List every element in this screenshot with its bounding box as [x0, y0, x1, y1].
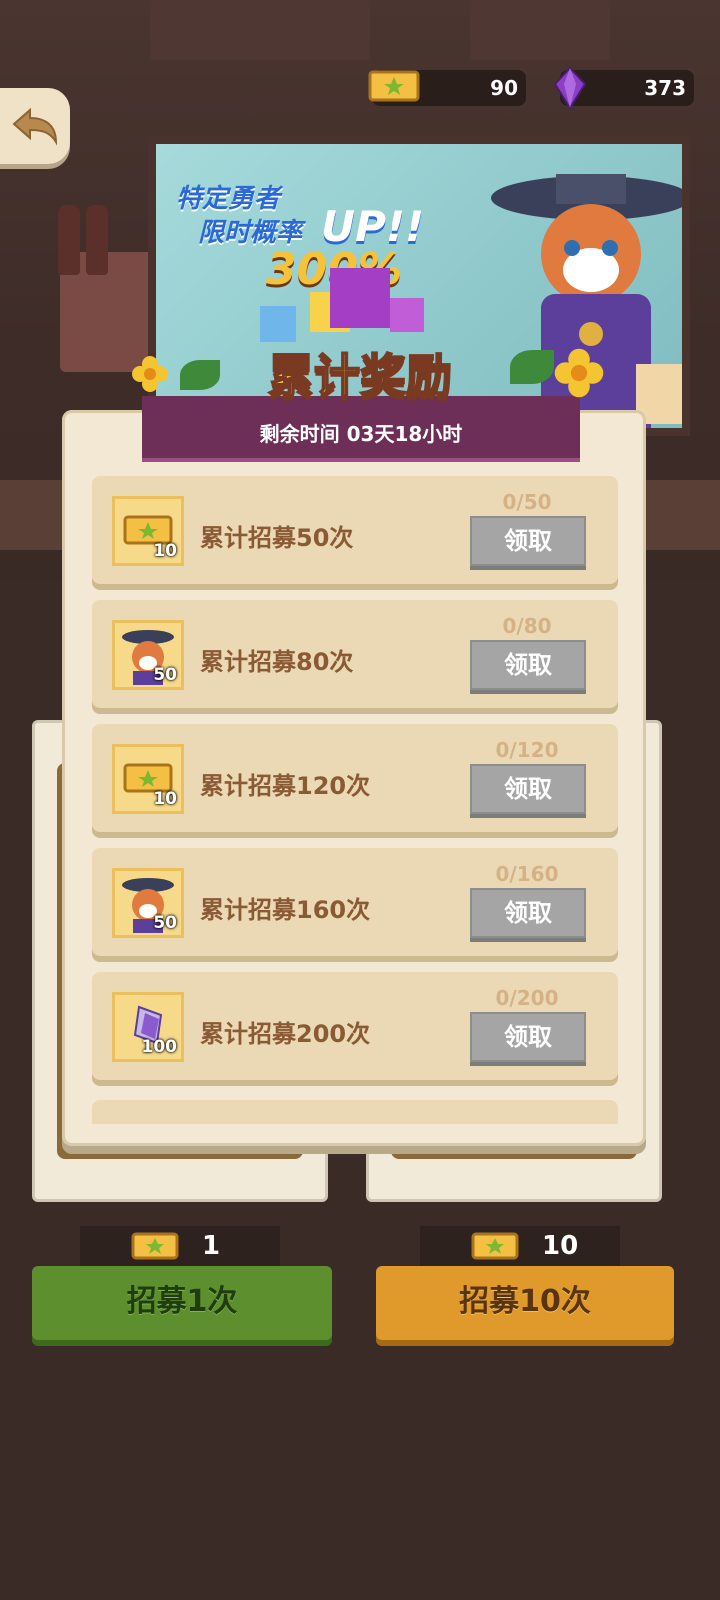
cumulative-rewards-dialog: 10 累计招募50次 0/50 领取 50 累计招募80次 0/80 领取 10…	[62, 410, 646, 1146]
reward-progress: 0/160	[495, 862, 559, 886]
rewards-list[interactable]: 10 累计招募50次 0/50 领取 50 累计招募80次 0/80 领取 10…	[92, 476, 618, 1124]
banner-text: 特定勇者	[176, 184, 281, 214]
bottle-decor	[58, 205, 80, 275]
ticket-count: 90	[490, 76, 518, 100]
reward-row: 100 累计招募200次 0/200 领取	[92, 972, 618, 1080]
remaining-time: 剩余时间 03天18小时	[259, 422, 463, 446]
reward-quantity: 10	[153, 789, 177, 809]
cost-amount: 1	[202, 1231, 221, 1261]
claim-button[interactable]: 领取	[470, 764, 586, 814]
claim-button[interactable]: 领取	[470, 516, 586, 566]
reward-item[interactable]: 100	[112, 992, 184, 1062]
dialog-title: 累计奖励	[267, 348, 453, 404]
flower-icon	[554, 348, 604, 398]
ten-recruit-cost: 10	[420, 1226, 620, 1266]
reward-item[interactable]: 10	[112, 744, 184, 814]
recruit-ten-button[interactable]: 招募10次	[376, 1266, 674, 1340]
single-recruit-cost: 1	[80, 1226, 280, 1266]
reward-row: 10 累计招募120次 0/120 领取	[92, 724, 618, 832]
gem-counter: 373	[553, 66, 694, 110]
reward-quantity: 100	[141, 1037, 178, 1057]
reward-row: 50 累计招募160次 0/160 领取	[92, 848, 618, 956]
cost-amount: 10	[542, 1231, 579, 1261]
ticket-icon	[131, 1232, 179, 1260]
claim-button[interactable]: 领取	[470, 888, 586, 938]
reward-progress: 0/50	[502, 490, 552, 514]
reward-progress: 0/200	[495, 986, 559, 1010]
reward-condition: 累计招募160次	[200, 896, 371, 924]
ticket-icon	[368, 70, 420, 102]
reward-item[interactable]: 10	[112, 496, 184, 566]
claim-button[interactable]: 领取	[470, 1012, 586, 1062]
reward-item[interactable]: 50	[112, 868, 184, 938]
reward-condition: 累计招募200次	[200, 1020, 371, 1048]
curtain	[470, 0, 610, 60]
reward-progress: 0/80	[502, 614, 552, 638]
reward-progress: 0/120	[495, 738, 559, 762]
back-button[interactable]	[0, 88, 70, 164]
recruit-once-button[interactable]: 招募1次	[32, 1266, 332, 1340]
flower-icon	[132, 356, 168, 392]
gem-icon	[553, 66, 587, 110]
reward-quantity: 50	[153, 913, 177, 933]
reward-row: 50 累计招募80次 0/80 领取	[92, 600, 618, 708]
reward-condition: 累计招募80次	[200, 648, 354, 676]
reward-quantity: 50	[153, 665, 177, 685]
reward-row	[92, 1100, 618, 1124]
bottle-decor	[86, 205, 108, 275]
gem-count: 373	[644, 76, 686, 100]
curtain	[150, 0, 370, 60]
back-arrow-icon	[12, 107, 58, 146]
ticket-icon	[471, 1232, 519, 1260]
reward-row: 10 累计招募50次 0/50 领取	[92, 476, 618, 584]
reward-condition: 累计招募120次	[200, 772, 371, 800]
reward-condition: 累计招募50次	[200, 524, 354, 552]
ticket-counter: 90	[368, 70, 526, 106]
reward-quantity: 10	[153, 541, 177, 561]
reward-item[interactable]: 50	[112, 620, 184, 690]
claim-button[interactable]: 领取	[470, 640, 586, 690]
